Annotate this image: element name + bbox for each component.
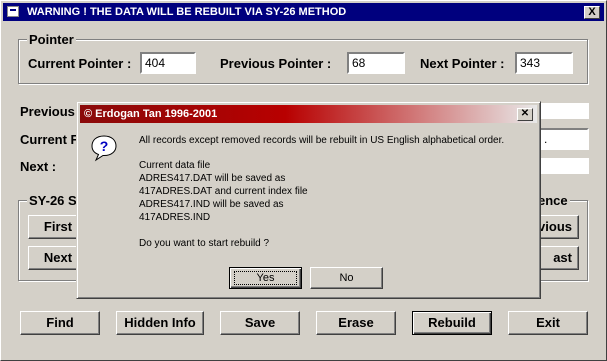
next-record-field	[539, 158, 589, 174]
no-button[interactable]: No	[310, 267, 383, 289]
find-button[interactable]: Find	[20, 311, 100, 335]
rebuild-button[interactable]: Rebuild	[412, 311, 492, 335]
next-pointer-field[interactable]	[515, 52, 573, 74]
close-button[interactable]: X	[584, 6, 600, 19]
previous-pointer-label: Previous Pointer :	[220, 56, 332, 71]
current-record-field[interactable]: .	[539, 128, 589, 150]
app-icon	[7, 6, 19, 17]
current-pointer-field[interactable]	[140, 52, 196, 74]
dialog-message-line: 417ADRES.DAT and current index file	[139, 186, 308, 197]
exit-button[interactable]: Exit	[508, 311, 588, 335]
yes-button[interactable]: Yes	[229, 267, 302, 289]
dialog-close-button[interactable]: ✕	[517, 108, 533, 121]
sy26-group-title: SY-26 S	[27, 193, 79, 208]
previous-record-label: Previous	[20, 104, 75, 119]
yes-button-label: Yes	[256, 272, 275, 284]
dialog-message-line: Do you want to start rebuild ?	[139, 238, 270, 249]
previous-record-field	[539, 103, 589, 119]
dialog-message-line: All records except removed records will …	[139, 135, 505, 146]
dialog-title: © Erdogan Tan 1996-2001	[84, 108, 218, 120]
sequence-group-title: ence	[536, 193, 570, 208]
current-record-value: .	[544, 132, 548, 146]
dialog-message-line: 417ADRES.IND	[139, 212, 211, 223]
dialog-message-line: ADRES417.IND will be saved as	[139, 199, 284, 210]
dialog-message-line: ADRES417.DAT will be saved as	[139, 173, 286, 184]
current-record-label: Current F	[20, 132, 79, 147]
pointer-group-title: Pointer	[27, 32, 76, 47]
dialog-title-bar: © Erdogan Tan 1996-2001 ✕	[80, 105, 537, 123]
title-bar: WARNING ! THE DATA WILL BE REBUILT VIA S…	[3, 3, 604, 21]
next-pointer-label: Next Pointer :	[420, 56, 505, 71]
previous-pointer-field[interactable]	[347, 52, 405, 74]
rebuild-confirm-dialog: © Erdogan Tan 1996-2001 ✕ ? All records …	[76, 101, 541, 299]
save-button[interactable]: Save	[220, 311, 300, 335]
next-record-label: Next :	[20, 159, 57, 174]
question-icon: ?	[91, 135, 117, 162]
current-pointer-label: Current Pointer :	[28, 56, 132, 71]
svg-text:?: ?	[100, 138, 109, 154]
dialog-message-line: Current data file	[139, 160, 211, 171]
hidden-info-button[interactable]: Hidden Info	[116, 311, 204, 335]
window-title: WARNING ! THE DATA WILL BE REBUILT VIA S…	[27, 6, 347, 18]
erase-button[interactable]: Erase	[316, 311, 396, 335]
